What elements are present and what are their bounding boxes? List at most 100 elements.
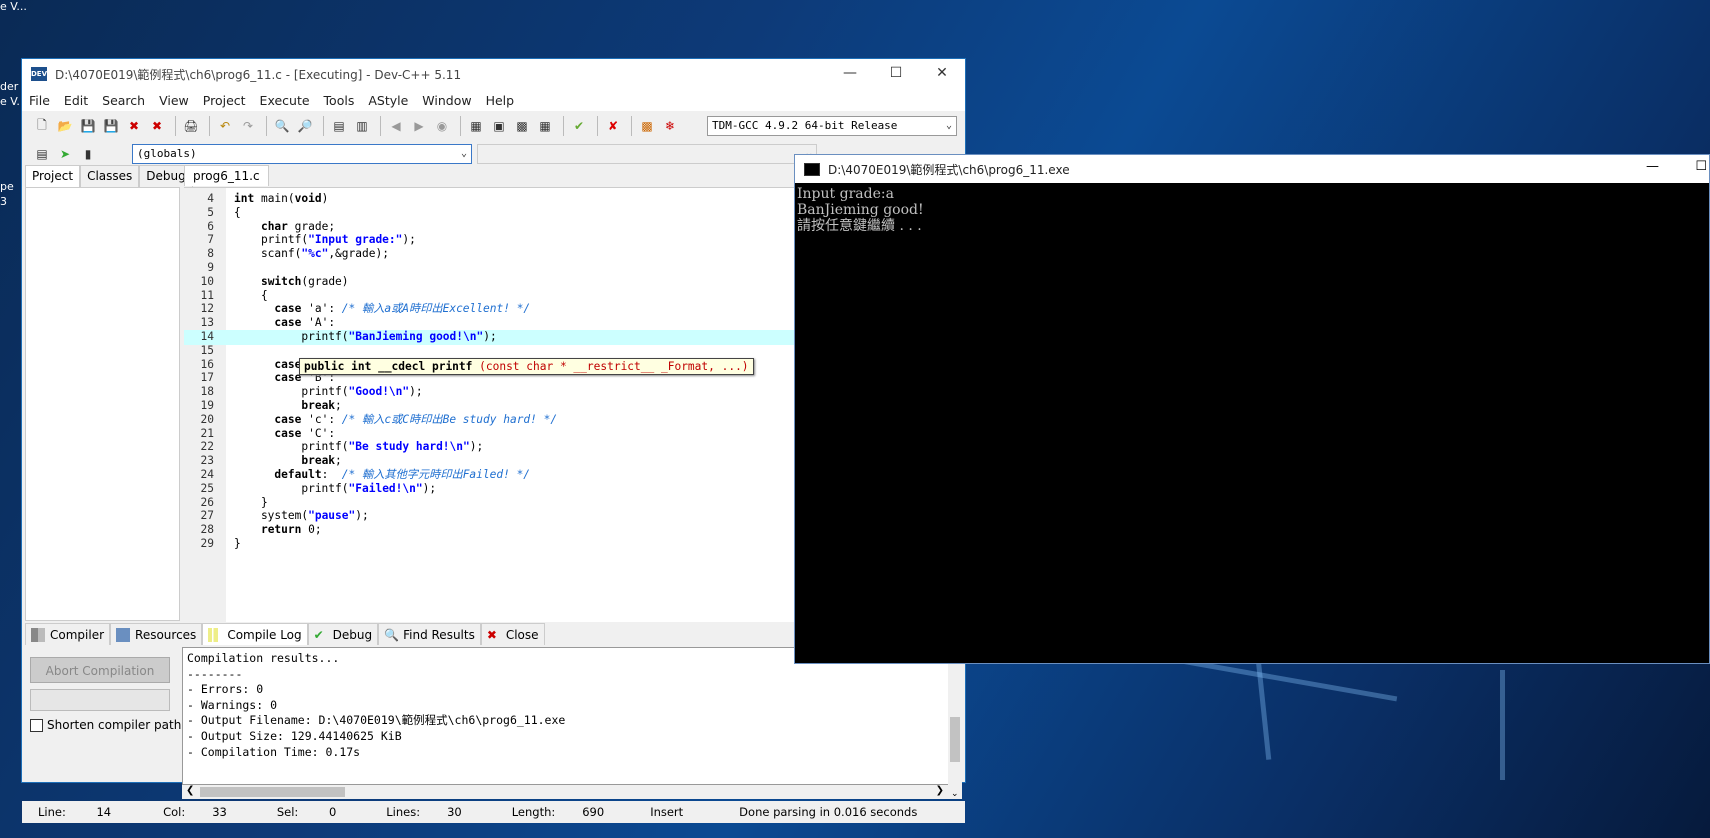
status-bar: Line: 14 Col: 33 Sel: 0 Lines: 30 Length…	[22, 801, 965, 823]
project-view-icon[interactable]: ▦	[466, 116, 486, 136]
goto-declaration-icon[interactable]: ➤	[55, 144, 75, 164]
tab-compiler[interactable]: Compiler	[25, 623, 111, 645]
code-text: char grade;	[260, 219, 336, 233]
shorten-paths-checkbox[interactable]: Shorten compiler paths	[30, 718, 188, 732]
compile-log-output[interactable]: Compilation results... -------- - Errors: …	[182, 647, 962, 785]
tab-project[interactable]: Project	[25, 165, 81, 187]
unindent-icon[interactable]: ▥	[352, 116, 372, 136]
minimize-button[interactable]: —	[1646, 159, 1659, 174]
toolbar-separator	[460, 116, 461, 136]
line-number: 27	[200, 509, 214, 523]
menu-bar: File Edit Search View Project Execute To…	[22, 89, 965, 111]
window-icon[interactable]: ▣	[489, 116, 509, 136]
scroll-right-icon[interactable]: ❯	[936, 785, 944, 796]
line-number: 13	[200, 316, 214, 330]
editor-tab-prog6_11[interactable]: prog6_11.c	[184, 165, 269, 186]
open-file-icon[interactable]: 📂	[55, 116, 75, 136]
menu-view[interactable]: View	[152, 93, 196, 108]
check-syntax-icon[interactable]: ✔	[569, 116, 589, 136]
tab-compile-log[interactable]: Compile Log	[202, 623, 308, 645]
console-output[interactable]: Input grade:a BanJieming good! 請按任意鍵繼續 . .…	[795, 183, 1709, 237]
menu-tools[interactable]: Tools	[317, 93, 362, 108]
status-col-value: 33	[212, 805, 227, 819]
toolbar-separator	[266, 116, 267, 136]
desktop-icon-label[interactable]: 3	[0, 195, 7, 208]
menu-project[interactable]: Project	[196, 93, 253, 108]
status-line-value: 14	[96, 805, 112, 819]
code-text: case 'A':	[274, 316, 336, 330]
code-text: printf("Failed!\n");	[234, 481, 437, 495]
checkbox-box[interactable]	[30, 718, 43, 732]
scroll-thumb[interactable]	[950, 717, 960, 762]
close-file-icon[interactable]: ✖	[124, 116, 144, 136]
bar-chart-icon	[208, 627, 223, 642]
code-text: case 'c': /* 輸入c或C時印出Be study hard! */	[274, 412, 558, 426]
scroll-down-icon[interactable]: ⌄	[951, 789, 959, 799]
tab-close[interactable]: ✖ Close	[480, 623, 545, 645]
maximize-button[interactable]: ☐	[873, 59, 919, 89]
close-button[interactable]: ✕	[919, 59, 965, 89]
vertical-scrollbar[interactable]: ⌃ ⌄	[948, 647, 962, 799]
goto-line-icon[interactable]: ◉	[432, 116, 452, 136]
find-icon[interactable]: 🔍	[272, 116, 292, 136]
left-panel-tabs: Project Classes Debug	[25, 165, 193, 187]
menu-execute[interactable]: Execute	[253, 93, 317, 108]
menu-help[interactable]: Help	[479, 93, 522, 108]
menu-search[interactable]: Search	[95, 93, 152, 108]
bookmark-icon[interactable]: ▮	[78, 144, 98, 164]
profile-icon[interactable]: ▩	[637, 116, 657, 136]
save-all-icon[interactable]: 💾	[101, 116, 121, 136]
scope-select[interactable]: (globals) ⌄	[132, 144, 472, 164]
code-text: printf("Input grade:");	[234, 233, 416, 247]
line-number: 10	[200, 274, 214, 288]
line-number: 25	[200, 481, 214, 495]
desktop-icon-label[interactable]: pe	[0, 180, 14, 193]
toolbar-separator	[209, 116, 210, 136]
grid-icon[interactable]: ▦	[535, 116, 555, 136]
menu-window[interactable]: Window	[415, 93, 478, 108]
menu-file[interactable]: File	[22, 93, 57, 108]
horizontal-scrollbar[interactable]: ❮ ❯	[182, 785, 948, 799]
desktop-icon-label[interactable]: der	[0, 80, 18, 93]
undo-icon[interactable]: ↶	[215, 116, 235, 136]
tab-debug-output[interactable]: ✔ Debug	[307, 623, 379, 645]
menu-edit[interactable]: Edit	[57, 93, 95, 108]
project-panel[interactable]	[25, 187, 180, 621]
layout-icon[interactable]: ▩	[512, 116, 532, 136]
grid-icon	[31, 627, 45, 642]
tab-find-results[interactable]: 🔍 Find Results	[378, 623, 481, 645]
chevron-down-icon: ⌄	[460, 148, 467, 159]
desktop-icon-label[interactable]: e V..	[0, 95, 23, 108]
replace-icon[interactable]: 🔎	[295, 116, 315, 136]
print-icon[interactable]: 🖨	[181, 116, 201, 136]
desktop-icon-label[interactable]: e V...	[0, 0, 27, 13]
console-line: BanJieming good!	[797, 202, 924, 218]
save-icon[interactable]: 💾	[78, 116, 98, 136]
console-titlebar[interactable]: D:\4070E019\範例程式\ch6\prog6_11.exe — ☐	[795, 155, 1709, 183]
back-icon[interactable]: ◀	[386, 116, 406, 136]
toolbar-separator	[380, 116, 381, 136]
minimize-button[interactable]: —	[827, 59, 873, 89]
redo-icon[interactable]: ↷	[238, 116, 258, 136]
menu-astyle[interactable]: AStyle	[361, 93, 415, 108]
code-text: printf("BanJieming good!\n");	[234, 330, 497, 343]
new-file-icon[interactable]: 🗋	[32, 116, 52, 136]
scroll-thumb[interactable]	[200, 787, 345, 797]
close-all-icon[interactable]: ✖	[147, 116, 167, 136]
maximize-button[interactable]: ☐	[1695, 159, 1707, 174]
tab-classes[interactable]: Classes	[80, 165, 140, 187]
devcpp-titlebar[interactable]: DEV D:\4070E019\範例程式\ch6\prog6_11.c - [E…	[22, 59, 965, 89]
line-number: 22	[200, 440, 214, 454]
toolbar-separator	[563, 116, 564, 136]
stop-execution-icon[interactable]: ✘	[603, 116, 623, 136]
tab-resources[interactable]: Resources	[110, 623, 203, 645]
abort-compilation-button[interactable]: Abort Compilation	[30, 657, 170, 683]
forward-icon[interactable]: ▶	[409, 116, 429, 136]
code-text: break;	[301, 399, 342, 412]
indent-icon[interactable]: ▤	[329, 116, 349, 136]
member-select[interactable]: ⌄	[477, 144, 817, 164]
debug-icon[interactable]: ❄	[660, 116, 680, 136]
compiler-select[interactable]: TDM-GCC 4.9.2 64-bit Release ⌄	[707, 116, 957, 136]
scroll-left-icon[interactable]: ❮	[186, 785, 194, 796]
class-browser-icon[interactable]: ▤	[32, 144, 52, 164]
